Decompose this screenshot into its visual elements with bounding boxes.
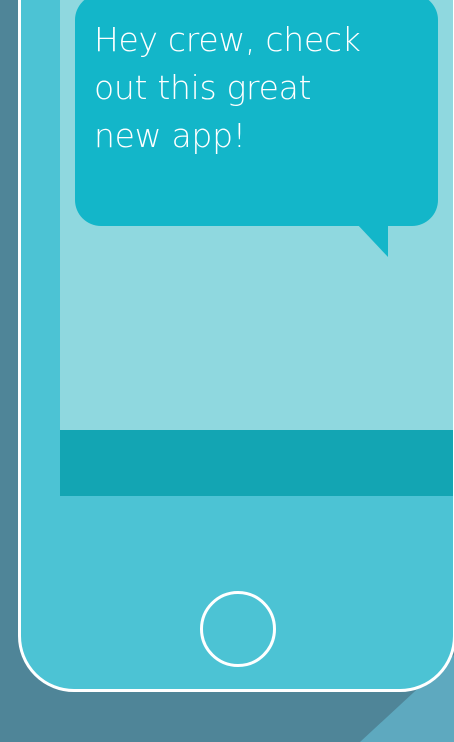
message-bubble-tail xyxy=(356,223,388,257)
home-button[interactable] xyxy=(200,591,276,667)
phone-frame: Hey crew, check out this great new app! xyxy=(18,0,454,692)
message-text: Hey crew, check out this great new app! xyxy=(94,20,361,155)
message-input-bar[interactable] xyxy=(60,430,453,496)
phone-screen: Hey crew, check out this great new app! xyxy=(60,0,453,496)
message-bubble: Hey crew, check out this great new app! xyxy=(75,0,438,226)
